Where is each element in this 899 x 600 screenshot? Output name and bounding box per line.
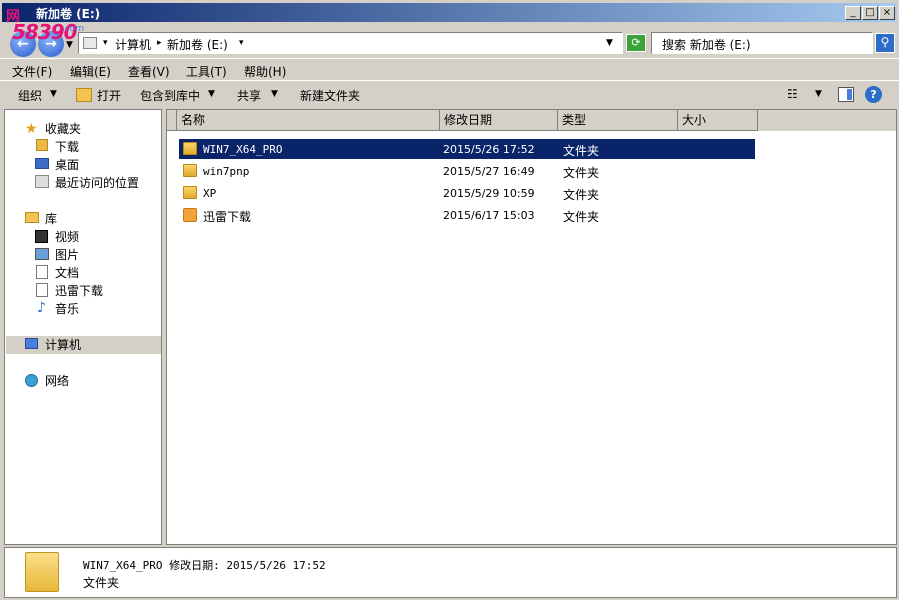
- refresh-button[interactable]: ⟳: [626, 34, 646, 52]
- nav-libraries[interactable]: 库: [45, 210, 57, 228]
- nav-music[interactable]: 音乐: [55, 300, 79, 318]
- nav-recent[interactable]: 最近访问的位置: [55, 174, 139, 192]
- file-date: 2015/5/26 17:52: [443, 143, 535, 156]
- chevron-down-icon[interactable]: ▼: [50, 89, 57, 99]
- minimize-button[interactable]: _: [845, 6, 861, 20]
- chevron-down-icon[interactable]: ▼: [815, 89, 822, 99]
- details-type: 文件夹: [83, 576, 120, 590]
- details-pane: WIN7_X64_PRO 修改日期: 2015/5/26 17:52 文件夹: [4, 547, 897, 598]
- nav-favorites[interactable]: 收藏夹: [45, 120, 81, 138]
- computer-icon: [25, 338, 38, 349]
- menu-tools[interactable]: 工具(T): [186, 63, 227, 80]
- star-icon: ★: [25, 121, 38, 137]
- title-bar: 新加卷 (E:) _ □ ×: [0, 0, 899, 30]
- search-icon[interactable]: ⚲: [875, 33, 895, 53]
- nav-thunder-downloads[interactable]: 迅雷下载: [55, 282, 103, 300]
- help-icon[interactable]: ?: [865, 86, 882, 103]
- file-row[interactable]: 迅雷下载 2015/6/17 15:03 文件夹: [179, 205, 755, 225]
- menu-bar: 文件(F) 编辑(E) 查看(V) 工具(T) 帮助(H): [0, 58, 899, 80]
- watermark-logo: 网 58390 .com: [6, 6, 84, 50]
- documents-icon: [36, 265, 48, 279]
- nav-documents[interactable]: 文档: [55, 264, 79, 282]
- chevron-down-icon[interactable]: ▼: [271, 89, 278, 99]
- column-type[interactable]: 类型: [558, 110, 678, 131]
- view-options-icon[interactable]: ☷: [787, 87, 798, 101]
- crumb-computer[interactable]: 计算机: [115, 36, 151, 53]
- file-row[interactable]: XP 2015/5/29 10:59 文件夹: [179, 183, 755, 203]
- nav-computer-row[interactable]: 计算机: [6, 336, 161, 354]
- network-icon: [25, 374, 38, 387]
- file-date: 2015/6/17 15:03: [443, 209, 535, 222]
- column-spacer: [167, 110, 177, 131]
- menu-view[interactable]: 查看(V): [128, 63, 170, 80]
- file-date: 2015/5/29 10:59: [443, 187, 535, 200]
- folder-icon: [183, 164, 197, 177]
- chevron-icon[interactable]: ▾: [239, 38, 244, 48]
- preview-pane-icon[interactable]: [838, 87, 854, 102]
- file-type: 文件夹: [563, 188, 600, 202]
- details-summary: WIN7_X64_PRO 修改日期: 2015/5/26 17:52: [83, 559, 326, 572]
- share-button[interactable]: 共享: [237, 87, 261, 104]
- downloads-icon: [36, 139, 48, 151]
- maximize-button[interactable]: □: [862, 6, 878, 20]
- nav-desktop[interactable]: 桌面: [55, 156, 79, 174]
- command-bar: 组织 ▼ 打开 包含到库中 ▼ 共享 ▼ 新建文件夹 ☷ ▼ ?: [0, 80, 899, 108]
- address-row: ← → ▼ ▾ 计算机 ▸ 新加卷 (E:) ▾ ▼ ⟳ 搜索 新加卷 (E:)…: [0, 28, 899, 58]
- videos-icon: [35, 230, 48, 243]
- thunder-downloads-icon: [36, 283, 48, 297]
- drive-icon: [83, 37, 97, 49]
- desktop-icon: [35, 158, 49, 169]
- search-input[interactable]: 搜索 新加卷 (E:): [651, 32, 873, 54]
- menu-edit[interactable]: 编辑(E): [70, 63, 111, 80]
- file-type: 文件夹: [563, 210, 600, 224]
- open-button[interactable]: 打开: [97, 87, 121, 104]
- file-row[interactable]: WIN7_X64_PRO 2015/5/26 17:52 文件夹: [179, 139, 755, 159]
- nav-videos[interactable]: 视频: [55, 228, 79, 246]
- libraries-icon: [25, 212, 39, 223]
- close-button[interactable]: ×: [879, 6, 895, 20]
- file-date: 2015/5/27 16:49: [443, 165, 535, 178]
- file-row[interactable]: win7pnp 2015/5/27 16:49 文件夹: [179, 161, 755, 181]
- file-type: 文件夹: [563, 166, 600, 180]
- chevron-icon[interactable]: ▸: [157, 38, 162, 48]
- column-name[interactable]: 名称: [177, 110, 440, 131]
- address-dropdown-icon[interactable]: ▼: [606, 38, 613, 48]
- pictures-icon: [35, 248, 49, 260]
- chevron-down-icon[interactable]: ▼: [208, 89, 215, 99]
- menu-file[interactable]: 文件(F): [12, 63, 52, 80]
- menu-help[interactable]: 帮助(H): [244, 63, 286, 80]
- file-name: XP: [203, 187, 217, 200]
- nav-downloads[interactable]: 下载: [55, 138, 79, 156]
- column-header-row: 名称 修改日期 类型 大小: [167, 110, 896, 131]
- open-folder-icon: [76, 88, 92, 102]
- recent-places-icon: [35, 175, 49, 188]
- folder-icon: [183, 142, 197, 155]
- nav-pictures[interactable]: 图片: [55, 246, 79, 264]
- music-icon: ♪: [37, 300, 46, 316]
- file-list: 名称 修改日期 类型 大小 WIN7_X64_PRO 2015/5/26 17:…: [166, 109, 897, 545]
- file-name: WIN7_X64_PRO: [203, 143, 283, 156]
- large-folder-icon: [25, 552, 59, 592]
- title-strip: [2, 3, 897, 22]
- crumb-drive[interactable]: 新加卷 (E:): [167, 36, 228, 53]
- new-folder-button[interactable]: 新建文件夹: [300, 87, 360, 104]
- chevron-icon[interactable]: ▾: [103, 38, 108, 48]
- logo-text-3: .com: [62, 24, 85, 34]
- column-date[interactable]: 修改日期: [440, 110, 558, 131]
- include-in-library-button[interactable]: 包含到库中: [140, 87, 200, 104]
- nav-network[interactable]: 网络: [45, 372, 69, 390]
- organize-button[interactable]: 组织: [18, 87, 42, 104]
- file-name: win7pnp: [203, 165, 250, 178]
- nav-computer: 计算机: [45, 338, 82, 352]
- thunder-folder-icon: [183, 208, 197, 222]
- file-type: 文件夹: [563, 144, 600, 158]
- file-name: 迅雷下载: [203, 210, 252, 224]
- folder-icon: [183, 186, 197, 199]
- address-bar[interactable]: ▾ 计算机 ▸ 新加卷 (E:) ▾ ▼: [78, 32, 623, 54]
- navigation-pane: ★ 收藏夹 下载 桌面 最近访问的位置 库 视频 图片 文档 迅雷下载 ♪ 音乐…: [4, 109, 162, 545]
- column-size[interactable]: 大小: [678, 110, 758, 131]
